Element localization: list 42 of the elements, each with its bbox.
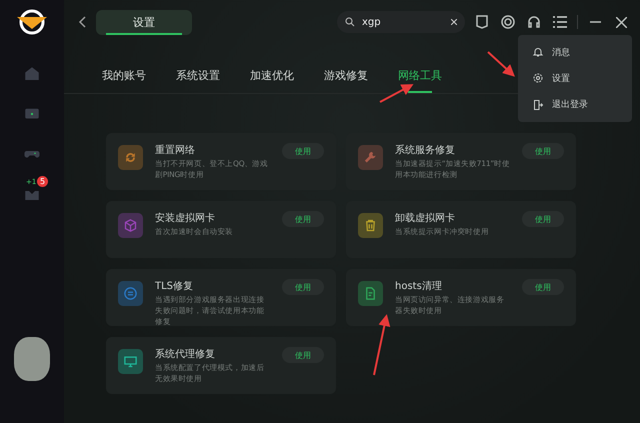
tab[interactable]: 加速优化: [250, 65, 294, 93]
tab[interactable]: 游戏修复: [324, 65, 368, 93]
search-input[interactable]: xgp: [360, 16, 446, 28]
menu-item[interactable]: 退出登录: [518, 98, 632, 112]
use-button[interactable]: 使用: [522, 211, 564, 227]
home-icon: [23, 65, 41, 83]
use-button[interactable]: 使用: [282, 279, 324, 295]
menu-item-label: 退出登录: [552, 98, 588, 112]
menu-item[interactable]: 设置: [518, 72, 632, 85]
bell-icon: [532, 46, 544, 58]
logo-icon: [16, 8, 48, 36]
exit-icon: [532, 98, 544, 111]
count-badge: 5: [37, 176, 48, 187]
use-button[interactable]: 使用: [282, 211, 324, 227]
tool-title: TLS修复: [155, 280, 194, 293]
tool-title: 重置网络: [155, 144, 196, 157]
ring-icon[interactable]: [499, 13, 517, 31]
use-button[interactable]: 使用: [522, 143, 564, 159]
menu-item-label: 设置: [552, 72, 570, 85]
use-button[interactable]: 使用: [282, 143, 324, 159]
annotation-arrow: [487, 51, 515, 77]
clear-icon[interactable]: [451, 19, 457, 25]
annotation-arrow: [373, 314, 390, 376]
back-icon[interactable]: [78, 16, 88, 28]
tool-title: 系统服务修复: [395, 144, 456, 157]
settings-icon: [532, 72, 544, 84]
tool-title: 安装虚拟网卡: [155, 212, 216, 225]
tool-title: 系统代理修复: [155, 348, 216, 361]
tab[interactable]: 系统设置: [176, 65, 220, 93]
tool-title: 卸载虚拟网卡: [395, 212, 456, 225]
tab[interactable]: 网络工具: [398, 65, 442, 93]
search-icon: [345, 17, 355, 27]
search-field[interactable]: xgp: [337, 11, 465, 33]
tab[interactable]: 我的账号: [102, 65, 146, 93]
menu-item-label: 消息: [552, 46, 570, 59]
use-button[interactable]: 使用: [522, 279, 564, 295]
avatar[interactable]: [14, 337, 50, 381]
annotation-arrow: [380, 84, 414, 103]
menu-item[interactable]: 消息: [518, 46, 632, 59]
page-tab[interactable]: 设置: [96, 10, 192, 34]
use-button[interactable]: 使用: [282, 347, 324, 363]
tool-title: hosts清理: [395, 280, 443, 293]
